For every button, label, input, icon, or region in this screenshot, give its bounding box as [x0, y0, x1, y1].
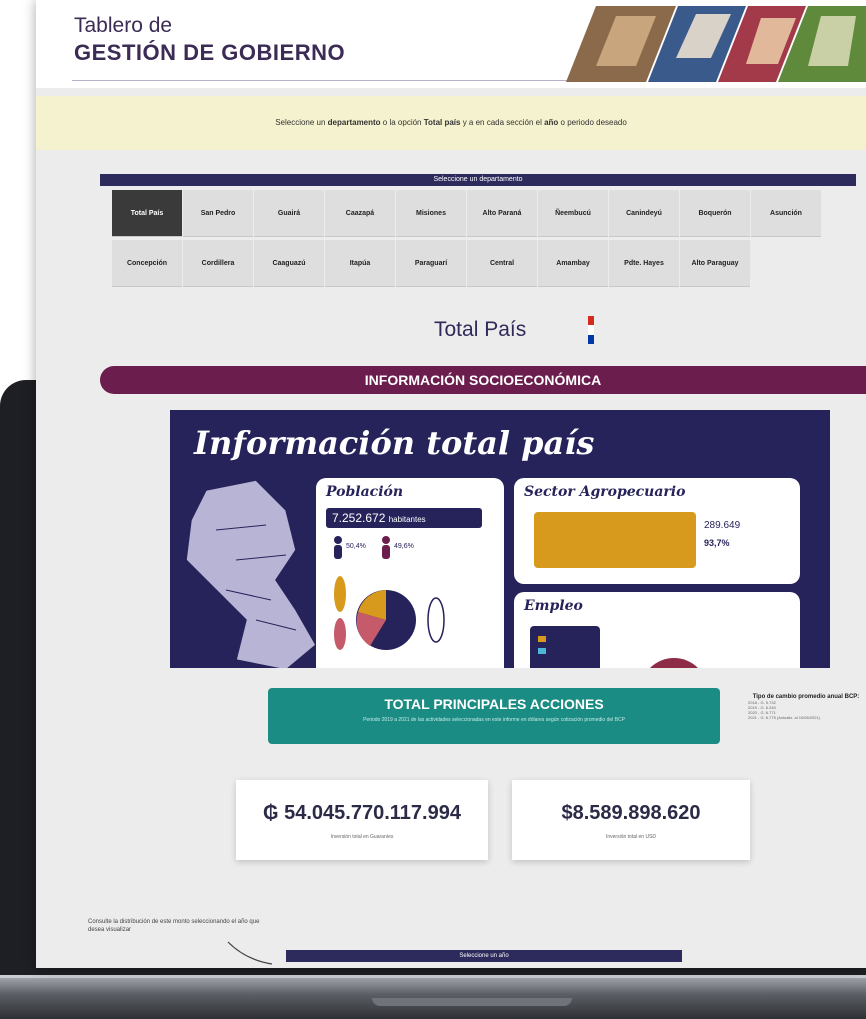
stat-card-usd: $8.589.898.620 Inversión total en USD	[512, 780, 750, 860]
empleo-graphics	[530, 626, 699, 668]
department-tab-caaguazu[interactable]: Caaguazú	[254, 240, 324, 287]
department-tab-caazapa[interactable]: Caazapá	[325, 190, 395, 237]
department-tab-total-pais[interactable]: Total País	[112, 190, 182, 237]
acciones-subtitle: Periodo 2019 a 2021 de las actividades s…	[363, 717, 625, 723]
agro-stat-1: 289.649	[704, 520, 741, 531]
department-tab-alto-paraguay[interactable]: Alto Paraguay	[680, 240, 750, 287]
title-line2: GESTIÓN DE GOBIERNO	[74, 40, 346, 65]
year-selector-header[interactable]: Seleccione un año	[286, 950, 682, 962]
department-tab-itapua[interactable]: Itapúa	[325, 240, 395, 287]
stat-value-guaranies: ₲ 54.045.770.117.994	[263, 802, 461, 824]
department-tab-central[interactable]: Central	[467, 240, 537, 287]
page-header: Tablero de GESTIÓN DE GOBIERNO	[36, 0, 866, 88]
card-empleo: Empleo	[514, 592, 800, 668]
agro-stat-2: 93,7%	[704, 538, 730, 548]
pct-b-text: 49,6%	[394, 543, 414, 550]
title-line1: Tablero de	[74, 14, 173, 37]
department-tab-guaira[interactable]: Guairá	[254, 190, 324, 237]
instruction-banner: Seleccione un departamento o la opción T…	[36, 96, 866, 150]
hint-arrow-icon	[227, 941, 273, 965]
pct-a-text: 50,4%	[346, 543, 366, 550]
acciones-title: TOTAL PRINCIPALES ACCIONES	[384, 696, 604, 712]
instruction-text: Seleccione un departamento o la opción T…	[275, 118, 627, 127]
header-photo-collage	[566, 6, 866, 82]
department-selector: Seleccione un departamento Total País San…	[100, 174, 856, 288]
dashboard-page: Tablero de GESTIÓN DE GOBIERNO Seleccion…	[36, 0, 866, 968]
department-tab-paraguari[interactable]: Paraguarí	[396, 240, 466, 287]
card-empleo-title: Empleo	[524, 598, 583, 614]
card-poblacion-title: Población	[326, 484, 404, 500]
population-box: 7.252.672 habitantes	[326, 508, 482, 528]
department-tab-boqueron[interactable]: Boquerón	[680, 190, 750, 237]
department-tab-pdte-hayes[interactable]: Pdte. Hayes	[609, 240, 679, 287]
acciones-banner: TOTAL PRINCIPALES ACCIONES Periodo 2019 …	[268, 688, 720, 744]
stat-card-guaranies: ₲ 54.045.770.117.994 Inversión total en …	[236, 780, 488, 860]
department-selector-header: Seleccione un departamento	[100, 174, 856, 186]
stat-label-usd: Inversión total en USD	[605, 834, 657, 840]
department-tab-san-pedro[interactable]: San Pedro	[183, 190, 253, 237]
exchange-rate-box: Tipo de cambio promedio anual BCP: 2018 …	[748, 694, 864, 720]
selection-title: Total País	[434, 318, 527, 341]
exchange-rate-line: 2021 - G. 6.775 (Actualiz. al 10/06/2021…	[748, 715, 821, 720]
department-tab-neembucu[interactable]: Ñeembucú	[538, 190, 608, 237]
paraguay-flag-icon	[588, 316, 594, 344]
population-figures: 50,4% 49,6%	[334, 536, 445, 650]
paraguay-map	[185, 479, 317, 668]
department-row-2: Concepción Cordillera Caaguazú Itapúa Paragu…	[112, 240, 751, 287]
agro-stats-strip	[534, 512, 696, 568]
department-tab-misiones[interactable]: Misiones	[396, 190, 466, 237]
population-value: 7.252.672	[332, 511, 386, 525]
infographic-title: Información total país	[194, 424, 595, 462]
laptop-notch	[372, 998, 572, 1006]
stat-value-usd: $8.589.898.620	[561, 802, 701, 824]
department-tab-alto-parana[interactable]: Alto Paraná	[467, 190, 537, 237]
department-tab-amambay[interactable]: Amambay	[538, 240, 608, 287]
population-unit: habitantes	[388, 515, 426, 524]
card-agro-title: Sector Agropecuario	[524, 484, 686, 500]
card-poblacion: Población 7.252.672 habitantes 50,4% 49,…	[316, 478, 504, 668]
department-tab-cordillera[interactable]: Cordillera	[183, 240, 253, 287]
header-rule	[72, 80, 632, 81]
section-band-socioeconomic: INFORMACIÓN SOCIOECONÓMICA	[100, 366, 866, 394]
stat-label-guaranies: Inversión total en Guaraníes	[330, 834, 394, 840]
department-tab-asuncion[interactable]: Asunción	[751, 190, 821, 237]
infographic-panel: Información total país Población 7.252.6…	[170, 410, 830, 668]
department-tab-concepcion[interactable]: Concepción	[112, 240, 182, 287]
consulte-hint: Consulte la distribución de este monto s…	[88, 919, 260, 933]
department-row-1: Total País San Pedro Guairá Caazapá Misiones…	[112, 190, 822, 237]
department-tab-canindeyu[interactable]: Canindeyú	[609, 190, 679, 237]
card-agro: Sector Agropecuario 289.649 93,7%	[514, 478, 800, 584]
